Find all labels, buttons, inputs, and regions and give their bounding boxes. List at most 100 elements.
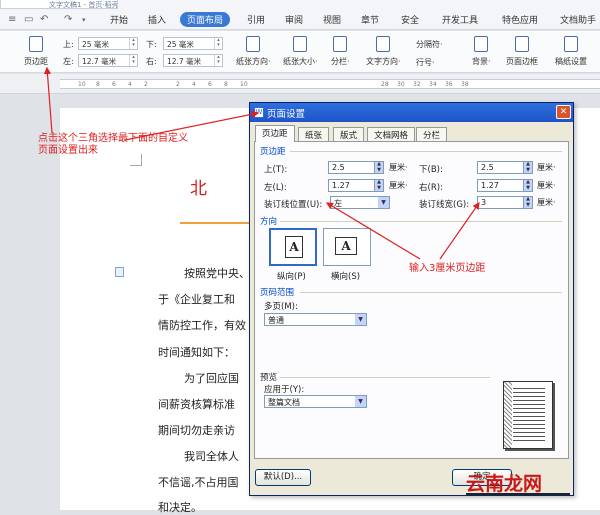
unit-select[interactable]: 厘米·: [537, 197, 556, 208]
watermark: 云南龙网: [466, 473, 543, 495]
right-margin-field[interactable]: 1.27 ▲ ▼: [477, 179, 533, 192]
paragraph-line: 期间切勿走亲访: [158, 424, 235, 437]
paragraph-icon[interactable]: [115, 267, 124, 277]
top-bar: 文字文稿1 - 首页·稻壳 ≡ ▭ ↶ ↷ ▾ 开始 插入 页面布局 引用 审阅…: [0, 0, 600, 30]
menu-icon[interactable]: ≡: [8, 14, 16, 25]
apply-to-select[interactable]: 整篇文档 ▼: [264, 395, 367, 408]
text-direction-button[interactable]: 文字方向·: [366, 36, 401, 67]
bottom-label: 下(B):: [419, 165, 443, 175]
ruler-number: 4: [192, 81, 196, 88]
left-margin-label: 左:: [63, 57, 74, 66]
ruler-number: 2: [144, 81, 148, 88]
ruler-number: 2: [176, 81, 180, 88]
top-margin-input[interactable]: 25 毫米 ▴ ▾: [78, 37, 138, 50]
default-button[interactable]: 默认(D)...: [255, 469, 311, 486]
multi-page-select[interactable]: 普通 ▼: [264, 313, 367, 326]
left-margin-input[interactable]: 12.7 毫米 ▴ ▾: [78, 54, 138, 67]
ruler-strip: [60, 79, 600, 89]
tab-doc-grid[interactable]: 文档网格: [367, 127, 416, 141]
ruler-number: 10: [240, 81, 248, 88]
ruler-number: 30: [397, 81, 405, 88]
columns-icon: [333, 36, 348, 52]
page-setup-dialog[interactable]: W 页面设置 ✕ 页边距 纸张 版式 文档网格 分栏 页边距 上(T): 2.5…: [249, 102, 574, 496]
menu-assistant[interactable]: 文档助手: [560, 13, 596, 26]
ruler-number: 34: [429, 81, 437, 88]
gutter-position-select[interactable]: 左 ▼: [330, 196, 390, 209]
line-number-button[interactable]: 行号·: [416, 57, 435, 68]
open-icon[interactable]: ▭: [24, 14, 33, 25]
paragraph-line: 不信谣,不占用国: [158, 476, 239, 489]
portrait-option[interactable]: A: [269, 228, 317, 266]
dropdown-icon[interactable]: ▾: [82, 16, 86, 24]
unit-select[interactable]: 厘米·: [389, 162, 408, 173]
unit-select[interactable]: 厘米·: [537, 162, 556, 173]
horizontal-ruler[interactable]: 10 8 6 4 2 2 4 6 8 10 28 30 32 34 36 38: [0, 74, 600, 94]
watermark-underline: [466, 493, 570, 495]
bottom-margin-field[interactable]: 2.5 ▲ ▼: [477, 161, 533, 174]
preview-group-label: 预览: [260, 373, 278, 383]
tab-margins[interactable]: 页边距: [255, 125, 295, 142]
document-tab[interactable]: 文字文稿1 - 首页·稻壳: [0, 0, 118, 9]
left-margin-field[interactable]: 1.27 ▲ ▼: [328, 179, 384, 192]
wps-icon: W: [254, 107, 264, 118]
background-button[interactable]: 背景·: [472, 36, 491, 67]
undo-icon[interactable]: ↶: [40, 14, 48, 25]
menu-chapter[interactable]: 章节: [361, 13, 379, 26]
landscape-label: 横向(S): [331, 272, 361, 282]
paragraph-line: 按照党中央、: [184, 267, 250, 280]
page-preview: [503, 381, 553, 449]
tab-paper[interactable]: 纸张: [298, 127, 330, 141]
ruler-number: 36: [445, 81, 453, 88]
columns-button[interactable]: 分栏·: [331, 36, 350, 67]
gutter-width-field[interactable]: 3 ▲ ▼: [477, 196, 533, 209]
separator-button[interactable]: 分隔符·: [416, 39, 443, 50]
paper-size-button[interactable]: 纸张大小·: [283, 36, 318, 67]
ruler-number: 32: [413, 81, 421, 88]
paper-setting-button[interactable]: 稿纸设置: [555, 36, 587, 67]
menu-review[interactable]: 审阅: [285, 13, 303, 26]
annotation-left-line1: 点击这个三角选择最下面的自定义: [38, 133, 188, 144]
right-margin-input[interactable]: 12.7 毫米 ▴ ▾: [163, 54, 223, 67]
tab-columns[interactable]: 分栏: [416, 127, 448, 141]
divider: [280, 221, 562, 222]
close-icon[interactable]: ✕: [556, 105, 571, 119]
redo-icon[interactable]: ↷: [64, 14, 72, 25]
orientation-button[interactable]: 纸张方向·: [236, 36, 271, 67]
page-range-group-label: 页码范围: [260, 288, 295, 298]
page-border-icon: [515, 36, 529, 52]
ruler-number: 8: [224, 81, 228, 88]
paragraph-line: 和决定。: [158, 501, 202, 514]
annotation-left-line2: 页面设置出来: [38, 145, 98, 156]
margin-button[interactable]: 页边距: [24, 36, 48, 67]
right-label: 右(R):: [419, 183, 443, 193]
divider: [290, 151, 562, 152]
paper-size-icon: [293, 36, 308, 52]
unit-select[interactable]: 厘米·: [389, 180, 408, 191]
menu-start[interactable]: 开始: [110, 13, 128, 26]
dialog-title-bar[interactable]: W 页面设置 ✕: [250, 103, 573, 122]
top-margin-field[interactable]: 2.5 ▲ ▼: [328, 161, 384, 174]
gutter-width-label: 装订线宽(G):: [419, 200, 470, 210]
divider: [300, 292, 562, 293]
right-margin-label: 右:: [146, 57, 157, 66]
menu-special[interactable]: 特色应用: [502, 13, 538, 26]
margin-icon: [29, 36, 43, 52]
ruler-number: 6: [208, 81, 212, 88]
menu-view[interactable]: 视图: [323, 13, 341, 26]
paragraph-line: 间薪资核算标准: [158, 398, 235, 411]
document-tab-title: 文字文稿1 - 首页·稻壳: [49, 1, 118, 9]
menu-page-layout[interactable]: 页面布局: [180, 12, 231, 27]
top-margin-label: 上:: [63, 40, 74, 49]
menu-developer[interactable]: 开发工具: [442, 13, 478, 26]
bottom-margin-input[interactable]: 25 毫米 ▴ ▾: [163, 37, 223, 50]
menu-insert[interactable]: 插入: [148, 13, 166, 26]
landscape-option[interactable]: A: [323, 228, 371, 266]
unit-select[interactable]: 厘米·: [537, 180, 556, 191]
tab-layout[interactable]: 版式: [333, 127, 365, 141]
annotation-left: 点击这个三角选择最下面的自定义 页面设置出来: [38, 133, 188, 157]
menu-reference[interactable]: 引用: [247, 13, 265, 26]
dialog-title: 页面设置: [267, 109, 306, 120]
page-border-button[interactable]: 页面边框: [506, 36, 538, 67]
menu-security[interactable]: 安全: [401, 13, 419, 26]
paragraph-line: 我司全体人: [184, 450, 239, 463]
